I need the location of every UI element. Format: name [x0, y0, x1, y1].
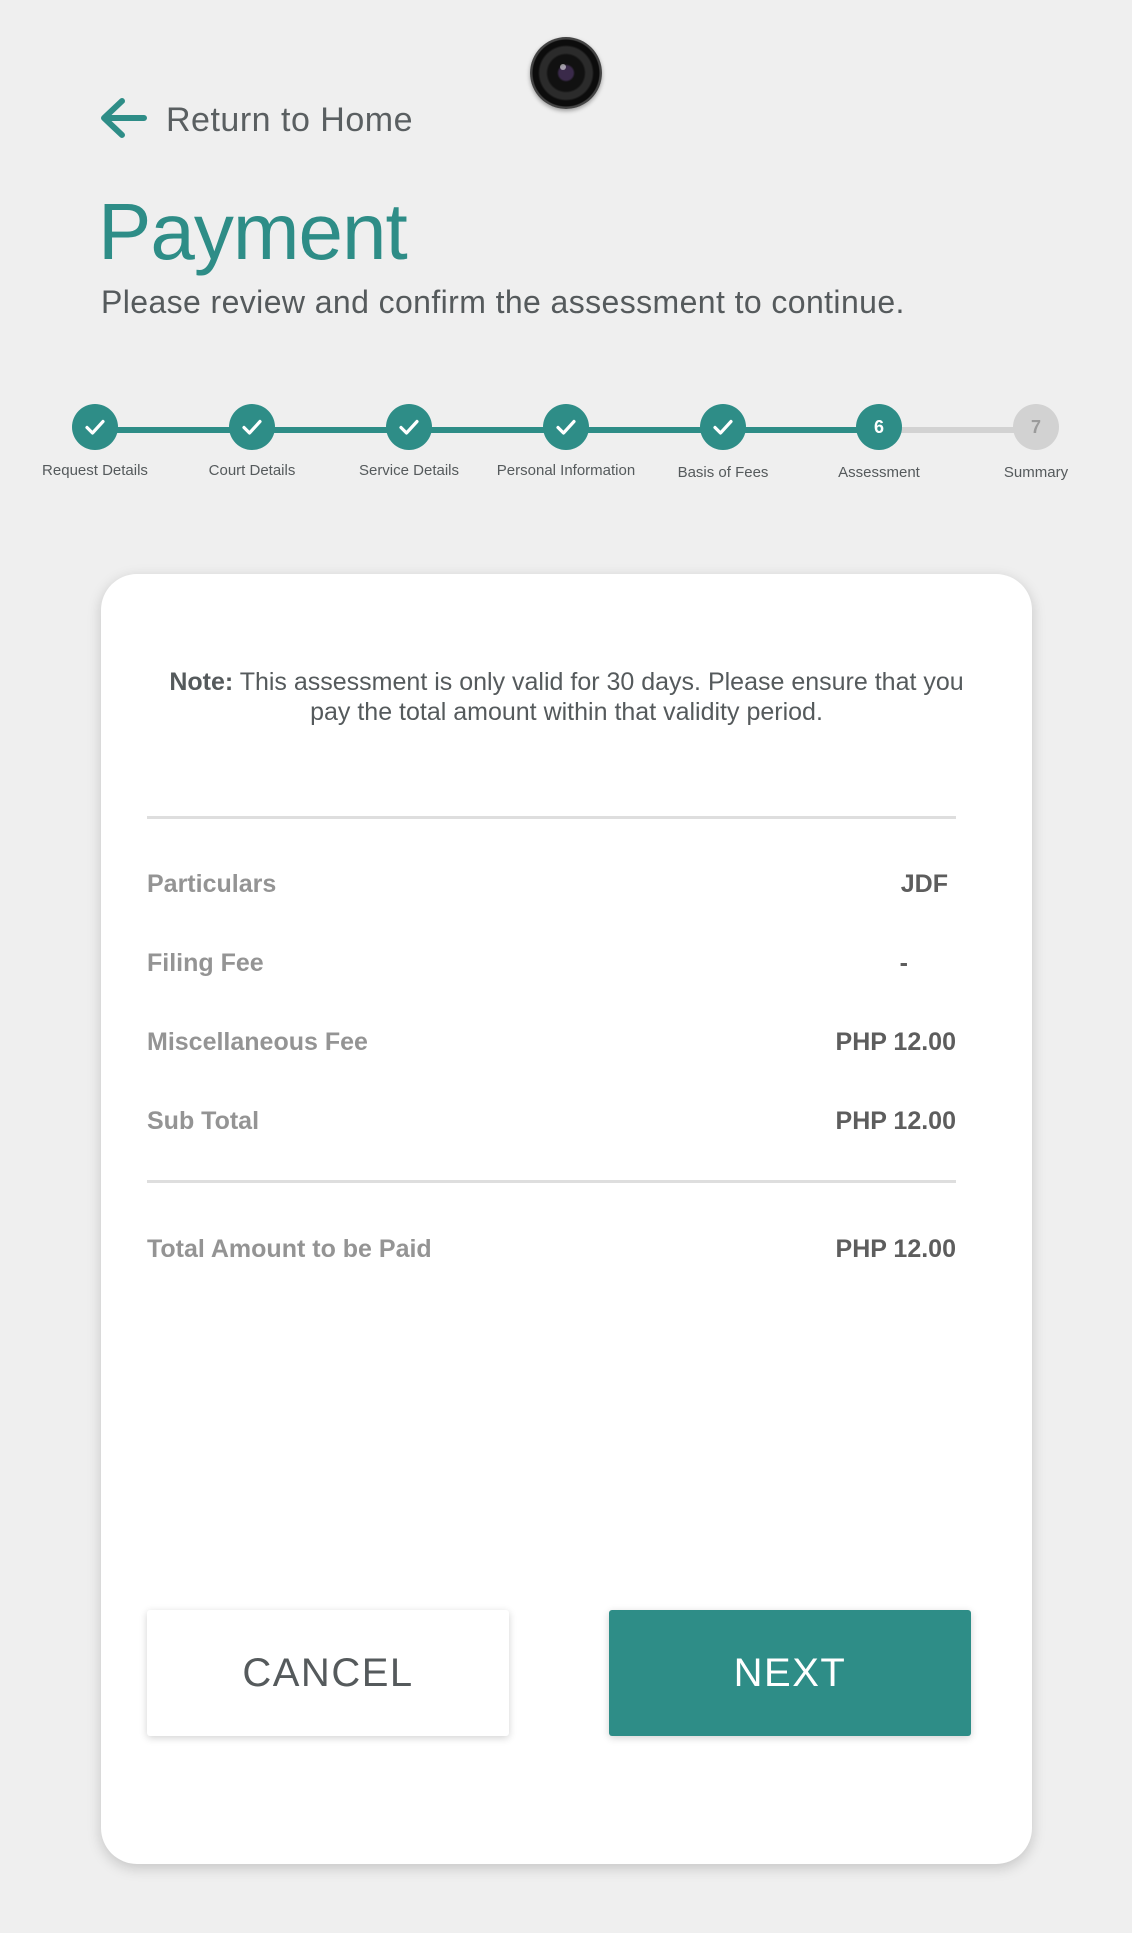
note-label: Note: [169, 668, 234, 696]
fee-value: PHP 12.00 [835, 1027, 956, 1056]
progress-stepper: Request Details Court Details Service De… [0, 404, 1132, 504]
total-value: PHP 12.00 [835, 1234, 956, 1263]
total-amount-row: Total Amount to be Paid PHP 12.00 [147, 1229, 956, 1269]
note-text: This assessment is only valid for 30 day… [233, 668, 964, 726]
step-number-pending: 7 [1013, 404, 1059, 450]
fee-row-miscellaneous: Miscellaneous Fee PHP 12.00 [147, 1022, 956, 1062]
cancel-button[interactable]: CANCEL [147, 1610, 509, 1736]
step-label: Basis of Fees [677, 464, 769, 481]
fee-value: JDF [900, 869, 948, 898]
fee-label: Filing Fee [147, 948, 264, 977]
fee-value: - [899, 948, 908, 977]
step-label: Court Details [208, 462, 296, 479]
next-button[interactable]: NEXT [609, 1610, 971, 1736]
camera-icon [530, 37, 602, 109]
check-icon [386, 404, 432, 450]
check-icon [229, 404, 275, 450]
check-icon [543, 404, 589, 450]
total-label: Total Amount to be Paid [147, 1234, 432, 1263]
return-home-label: Return to Home [166, 100, 413, 139]
step-label: Request Details [42, 462, 148, 479]
fee-row-particulars: Particulars JDF [147, 864, 956, 904]
page-subtitle: Please review and confirm the assessment… [101, 284, 905, 320]
step-label: Summary [1003, 464, 1069, 481]
divider [147, 816, 956, 819]
step-label: Service Details [358, 462, 460, 479]
fee-label: Miscellaneous Fee [147, 1027, 368, 1056]
fee-row-filing-fee: Filing Fee - [147, 943, 956, 983]
arrow-left-icon [98, 96, 148, 145]
assessment-card: Note: This assessment is only valid for … [101, 574, 1032, 1864]
fee-value: PHP 12.00 [835, 1106, 956, 1135]
step-summary: 7 Summary [936, 404, 1132, 481]
payment-page: Return to Home Payment Please review and… [0, 0, 1132, 1933]
validity-note: Note: This assessment is only valid for … [161, 667, 972, 727]
fee-row-sub-total: Sub Total PHP 12.00 [147, 1101, 956, 1141]
step-label: Personal Information [496, 462, 636, 479]
return-home-link[interactable]: Return to Home [98, 95, 413, 145]
divider [147, 1180, 956, 1183]
fee-label: Sub Total [147, 1106, 260, 1135]
step-number-current: 6 [856, 404, 902, 450]
step-label: Assessment [838, 464, 920, 481]
check-icon [700, 404, 746, 450]
check-icon [72, 404, 118, 450]
page-title: Payment [98, 187, 408, 276]
fee-label: Particulars [147, 869, 277, 898]
